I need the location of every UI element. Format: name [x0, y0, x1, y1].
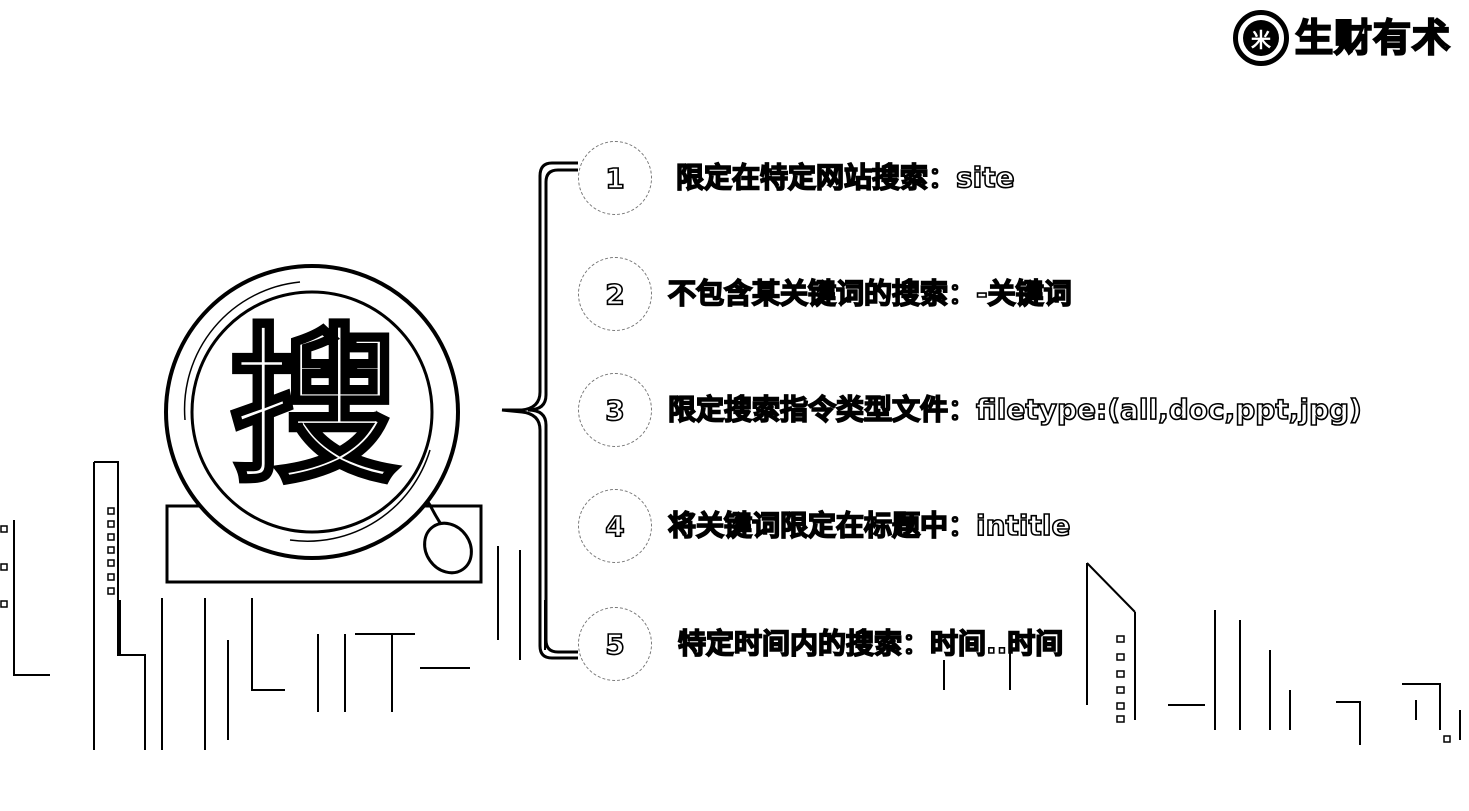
number-badge: 5 — [578, 607, 652, 681]
logo-badge-icon: 米 — [1232, 10, 1289, 66]
item-number: 1 — [604, 161, 625, 196]
item-number: 4 — [604, 509, 625, 544]
brand-logo: 米 生财有术 — [1232, 10, 1451, 66]
item-text: 不包含某关键词的搜索：-关键词 — [667, 277, 1072, 310]
list-item-2: 2 不包含某关键词的搜索：-关键词 — [578, 257, 1072, 331]
search-character: 搜 — [227, 309, 401, 507]
number-badge: 4 — [578, 489, 652, 563]
bracket — [501, 161, 578, 660]
list-item-5: 5 特定时间内的搜索：时间..时间 — [578, 607, 1064, 681]
item-number: 5 — [604, 627, 625, 662]
list-item-3: 3 限定搜索指令类型文件：filetype:(all,doc,ppt,jpg) — [578, 373, 1363, 447]
item-text: 限定搜索指令类型文件：filetype:(all,doc,ppt,jpg) — [667, 393, 1362, 426]
logo-icon-char: 米 — [1242, 20, 1279, 56]
number-badge: 1 — [578, 141, 652, 215]
diagram-canvas: 搜 米 生财有术 1 限定在特定网站搜索：site 2 不包含某关键词的搜索：-… — [0, 0, 1469, 811]
number-badge: 2 — [578, 257, 652, 331]
item-text: 特定时间内的搜索：时间..时间 — [677, 627, 1064, 660]
item-text: 限定在特定网站搜索：site — [675, 161, 1015, 194]
logo-text: 生财有术 — [1294, 16, 1451, 60]
item-number: 2 — [604, 277, 625, 312]
item-text: 将关键词限定在标题中：intitle — [667, 509, 1071, 542]
list-item-4: 4 将关键词限定在标题中：intitle — [578, 489, 1071, 563]
list-item-1: 1 限定在特定网站搜索：site — [578, 141, 1015, 215]
number-badge: 3 — [578, 373, 652, 447]
item-number: 3 — [604, 393, 625, 428]
